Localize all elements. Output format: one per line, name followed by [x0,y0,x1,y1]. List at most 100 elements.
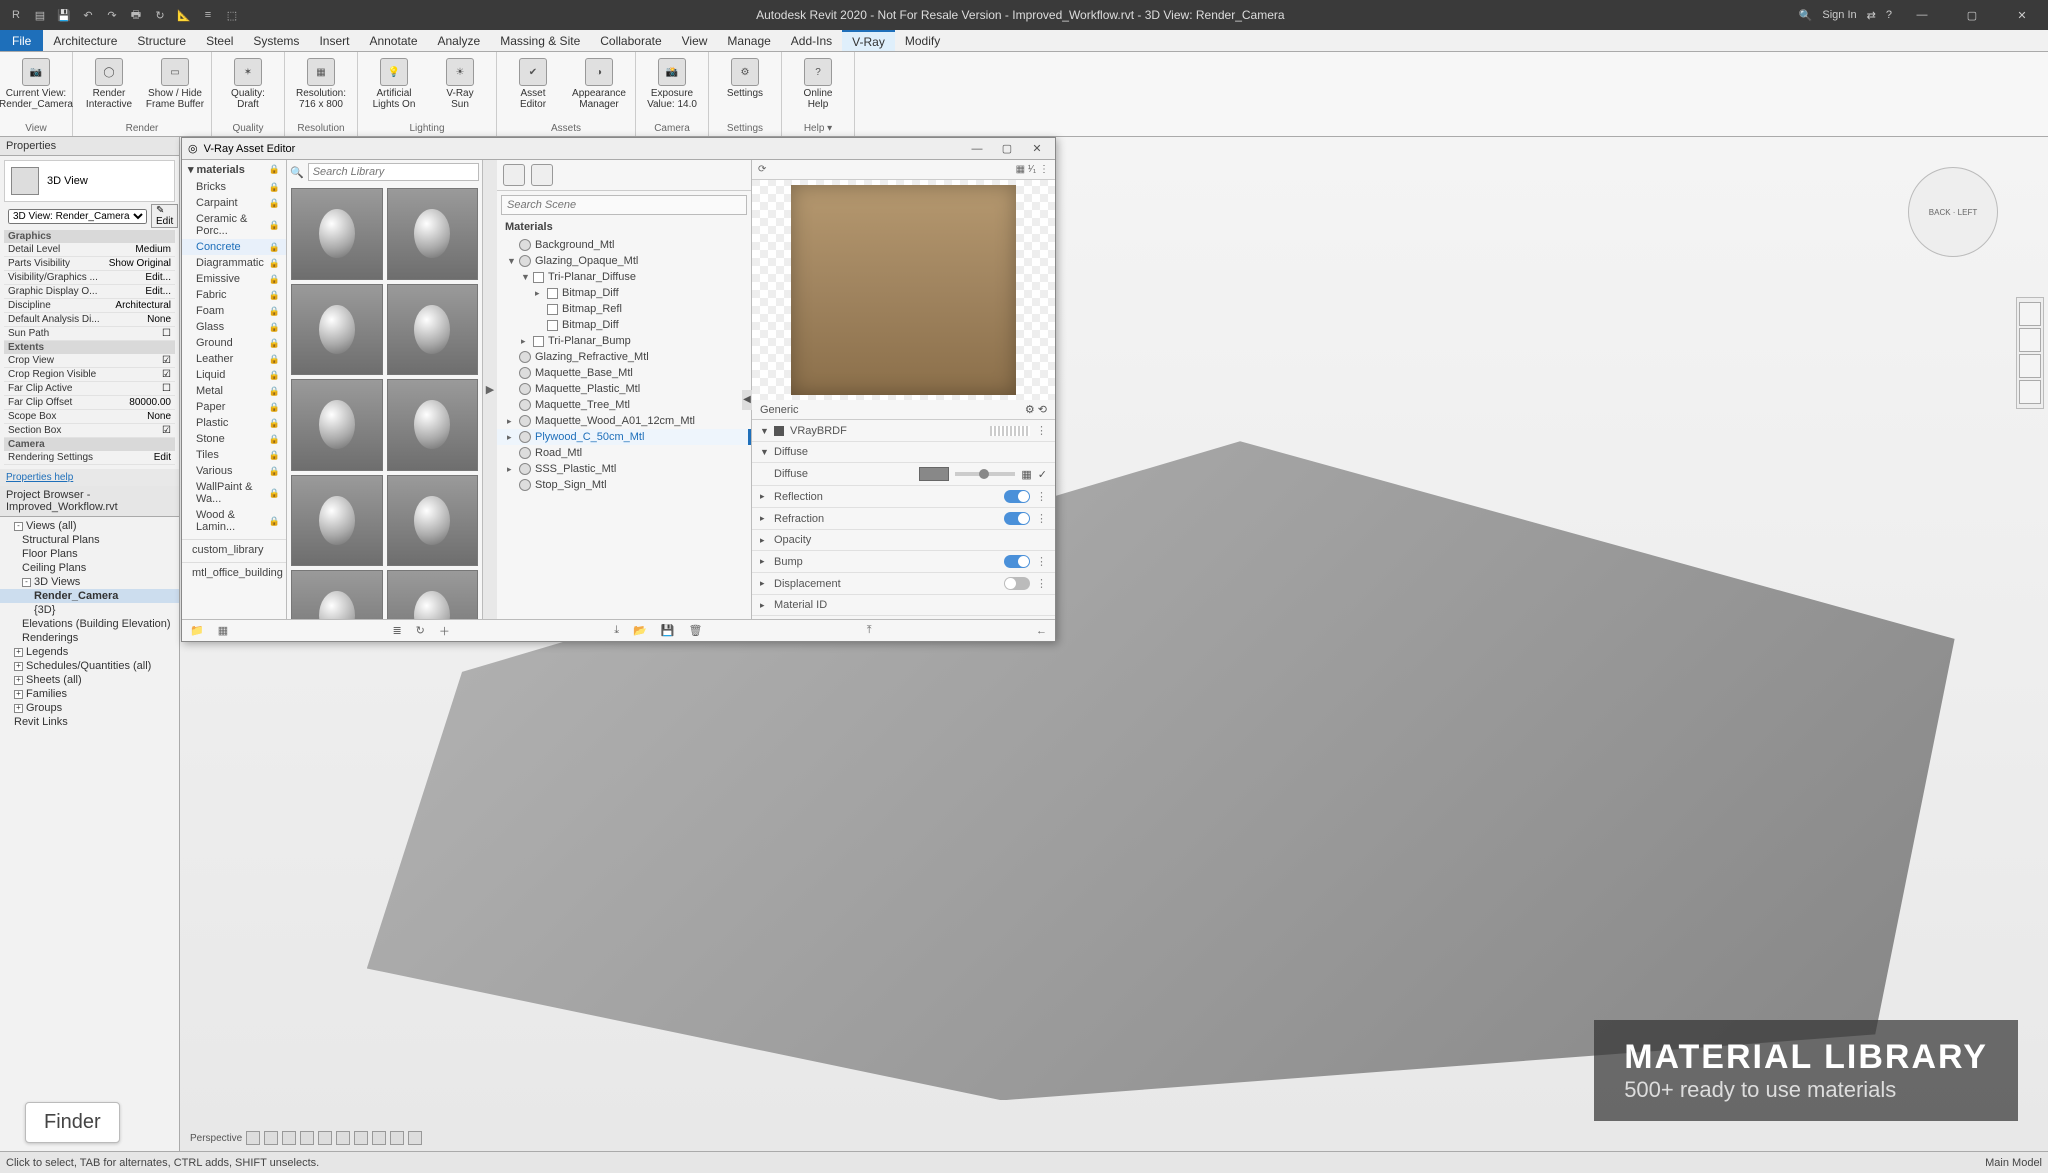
category-item[interactable]: Carpaint🔒 [182,195,286,211]
more-icon[interactable]: ⋮ [1036,512,1047,525]
tab-insert[interactable]: Insert [309,30,359,51]
material-thumbnail[interactable] [291,475,383,567]
tree-item[interactable]: Render_Camera [0,589,179,603]
detail-icon[interactable] [264,1131,278,1145]
reload-icon[interactable]: ⟲ [1038,404,1047,416]
property-row[interactable]: Crop Region Visible☑ [4,368,175,382]
save-icon[interactable]: 💾 [661,624,675,637]
category-item[interactable]: Ceramic & Porc...🔒 [182,211,286,239]
category-item[interactable]: Foam🔒 [182,303,286,319]
app-menu-icon[interactable]: R [6,5,26,25]
ribbon-btn-resolution-[interactable]: ▦Resolution:716 x 800 [291,56,351,110]
material-node[interactable]: ▸Bitmap_Diff [497,285,751,301]
ribbon-btn-artificial[interactable]: 💡ArtificialLights On [364,56,424,110]
zoom-icon[interactable] [2019,354,2041,378]
material-node[interactable]: Background_Mtl [497,237,751,253]
brdf-slot[interactable] [990,426,1030,436]
tab-v-ray[interactable]: V-Ray [842,30,895,51]
material-thumbnail[interactable] [291,188,383,280]
tab-manage[interactable]: Manage [717,30,780,51]
expand-right-arrow[interactable]: ▶ [483,160,497,619]
tab-modify[interactable]: Modify [895,30,950,51]
materials-tree[interactable]: Background_Mtl▼Glazing_Opaque_Mtl▼Tri-Pl… [497,235,751,619]
matprop-row[interactable]: Diffuse▦✓ [752,463,1055,486]
ribbon-btn-current-view-[interactable]: 📷Current View:Render_Camera [6,56,66,110]
category-item[interactable]: Liquid🔒 [182,367,286,383]
expand-icon[interactable]: ▸ [507,416,515,427]
property-row[interactable]: Parts VisibilityShow Original [4,257,175,271]
undo-icon[interactable]: ↶ [78,5,98,25]
tree-item[interactable]: +Families [0,687,179,701]
material-node[interactable]: ▸Maquette_Wood_A01_12cm_Mtl [497,413,751,429]
material-node[interactable]: Maquette_Base_Mtl [497,365,751,381]
ribbon-btn-asset[interactable]: ✔AssetEditor [503,56,563,110]
main-model-selector[interactable]: Main Model [1985,1157,2042,1169]
material-node[interactable]: ▸Tri-Planar_Bump [497,333,751,349]
expand-icon[interactable]: ▸ [760,535,768,546]
property-value[interactable]: None [147,411,171,422]
properties-help-link[interactable]: Properties help [0,469,179,486]
tree-item[interactable]: -Views (all) [0,519,179,533]
material-node[interactable]: Bitmap_Refl [497,301,751,317]
property-value[interactable]: Edit... [145,272,171,283]
material-thumbnail[interactable] [291,570,383,619]
material-node[interactable]: ▸Plywood_C_50cm_Mtl [497,429,751,445]
scale-icon[interactable] [246,1131,260,1145]
signin-button[interactable]: Sign In [1822,9,1856,21]
matprop-row[interactable]: ▸Opacity [752,530,1055,551]
toggle-switch[interactable] [1004,490,1030,503]
property-row[interactable]: Graphic Display O...Edit... [4,285,175,299]
view-type-button[interactable]: 3D View [4,160,175,202]
thin-lines-icon[interactable]: ≡ [198,5,218,25]
tree-item[interactable]: Ceiling Plans [0,561,179,575]
lock-icon[interactable] [390,1131,404,1145]
tree-item[interactable]: Renderings [0,631,179,645]
lights-mode-icon[interactable] [531,164,553,186]
export-icon[interactable]: ⤒ [867,624,872,637]
tab-structure[interactable]: Structure [127,30,196,51]
tree-item[interactable]: -3D Views [0,575,179,589]
crop-icon[interactable] [354,1131,368,1145]
delete-icon[interactable]: 🗑 [688,624,702,637]
edit-type-button[interactable]: ✎ Edit [151,204,178,228]
exchange-icon[interactable]: ⇄ [1867,9,1876,22]
property-value[interactable]: Edit... [145,286,171,297]
category-item[interactable]: Tiles🔒 [182,447,286,463]
matprop-row[interactable]: ▸Refraction⋮ [752,508,1055,530]
tab-collaborate[interactable]: Collaborate [590,30,671,51]
category-item[interactable]: Emissive🔒 [182,271,286,287]
tree-item[interactable]: +Groups [0,701,179,715]
redo-icon[interactable]: ↷ [102,5,122,25]
tree-item[interactable]: Elevations (Building Elevation) [0,617,179,631]
preview-refresh-icon[interactable]: ⟳ [758,164,766,175]
material-thumbnail[interactable] [387,570,479,619]
category-item[interactable]: Diagrammatic🔒 [182,255,286,271]
tree-item[interactable]: +Legends [0,645,179,659]
category-item[interactable]: Various🔒 [182,463,286,479]
ae-close-button[interactable]: ✕ [1025,140,1049,158]
property-value[interactable]: ☑ [162,369,171,380]
collapse-left-arrow[interactable]: ◀ [742,390,752,410]
ribbon-btn-online[interactable]: ?OnlineHelp [788,56,848,110]
materials-header[interactable]: ▾materials🔒 [182,160,286,179]
category-item[interactable]: Bricks🔒 [182,179,286,195]
expand-icon[interactable]: ▸ [760,513,768,524]
expand-icon[interactable]: ▸ [760,491,768,502]
type-selector[interactable]: 3D View: Render_Camera [8,209,147,224]
pan-icon[interactable] [2019,328,2041,352]
crop-region-icon[interactable] [372,1131,386,1145]
expand-icon[interactable]: ▼ [760,447,768,457]
matprop-row[interactable]: ▸Material ID [752,595,1055,616]
category-item[interactable]: Wood & Lamin...🔒 [182,507,286,535]
material-thumbnail[interactable] [387,284,479,376]
help-icon[interactable]: ? [1886,9,1892,21]
property-value[interactable]: ☐ [162,328,171,339]
search-icon[interactable]: 🔍 [1799,9,1813,22]
ae-minimize-button[interactable]: — [965,140,989,158]
tree-item[interactable]: Floor Plans [0,547,179,561]
tab-view[interactable]: View [672,30,718,51]
expand-icon[interactable]: + [14,662,23,671]
ribbon-btn-render[interactable]: ◯RenderInteractive [79,56,139,110]
matprop-row[interactable]: ▼Diffuse [752,442,1055,463]
style-icon[interactable] [282,1131,296,1145]
